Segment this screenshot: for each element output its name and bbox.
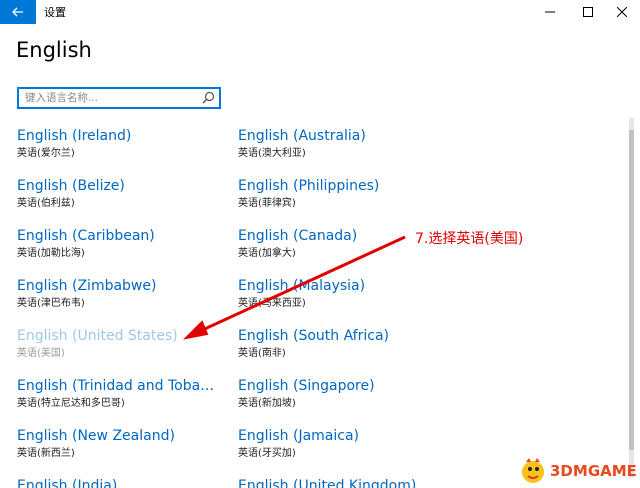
- language-name: English (Belize): [17, 178, 125, 194]
- language-item[interactable]: English (India): [17, 477, 232, 488]
- language-name: English (Australia): [238, 128, 366, 144]
- language-native-name: 英语(菲律宾): [238, 198, 296, 209]
- language-name: English (Philippines): [238, 178, 380, 194]
- watermark: 3DMGAME: [518, 454, 640, 488]
- title-bar: 设置: [0, 0, 640, 24]
- minimize-icon: [545, 11, 555, 13]
- language-name: English (Caribbean): [17, 228, 155, 244]
- language-native-name: 英语(澳大利亚): [238, 148, 306, 159]
- watermark-text: 3DMGAME: [550, 462, 637, 480]
- back-button[interactable]: [0, 0, 36, 24]
- language-name: English (Ireland): [17, 128, 132, 144]
- search-box[interactable]: [17, 87, 221, 109]
- language-native-name: 英语(马来西亚): [238, 298, 306, 309]
- language-native-name: 英语(津巴布韦): [17, 298, 85, 309]
- scrollbar-thumb[interactable]: [629, 130, 634, 450]
- language-native-name: 英语(特立尼达和多巴哥): [17, 398, 125, 409]
- language-item[interactable]: English (Trinidad and Tobago) 英语(特立尼达和多巴…: [17, 377, 217, 421]
- language-item[interactable]: English (Belize) 英语(伯利兹): [17, 177, 232, 221]
- maximize-icon: [583, 7, 593, 17]
- language-item[interactable]: English (Philippines) 英语(菲律宾): [238, 177, 453, 221]
- language-name: English (South Africa): [238, 328, 389, 344]
- language-native-name: 英语(新西兰): [17, 448, 75, 459]
- back-arrow-icon: [12, 7, 23, 17]
- language-item[interactable]: English (Caribbean) 英语(加勒比海): [17, 227, 232, 271]
- language-item[interactable]: English (New Zealand) 英语(新西兰): [17, 427, 232, 471]
- annotation-text: 7.选择英语(美国): [415, 231, 524, 247]
- language-native-name: 英语(美国): [17, 348, 65, 359]
- search-input[interactable]: [25, 90, 195, 106]
- close-icon: [617, 7, 627, 17]
- search-icon[interactable]: [202, 91, 215, 104]
- language-item[interactable]: English (Singapore) 英语(新加坡): [238, 377, 453, 421]
- close-button[interactable]: [604, 0, 640, 24]
- language-name: English (New Zealand): [17, 428, 175, 444]
- language-name: English (Jamaica): [238, 428, 360, 444]
- language-item[interactable]: English (Jamaica) 英语(牙买加): [238, 427, 453, 471]
- page-title: English: [16, 38, 92, 62]
- language-native-name: 英语(新加坡): [238, 398, 296, 409]
- language-item[interactable]: English (Australia) 英语(澳大利亚): [238, 127, 453, 171]
- language-name: English (United Kingdom): [238, 478, 417, 488]
- language-native-name: 英语(加拿大): [238, 248, 296, 259]
- language-item[interactable]: English (United Kingdom): [238, 477, 453, 488]
- language-native-name: 英语(爱尔兰): [17, 148, 75, 159]
- language-item-disabled: English (United States) 英语(美国): [17, 327, 232, 371]
- language-item[interactable]: English (Zimbabwe) 英语(津巴布韦): [17, 277, 232, 321]
- language-name: English (United States): [17, 328, 178, 344]
- language-native-name: 英语(南非): [238, 348, 286, 359]
- language-item[interactable]: English (South Africa) 英语(南非): [238, 327, 453, 371]
- maximize-button[interactable]: [570, 0, 606, 24]
- minimize-button[interactable]: [532, 0, 568, 24]
- language-name: English (Trinidad and Tobago): [17, 378, 217, 394]
- language-native-name: 英语(牙买加): [238, 448, 296, 459]
- watermark-logo-icon: [522, 458, 544, 483]
- language-name: English (India): [17, 478, 118, 488]
- language-native-name: 英语(加勒比海): [17, 248, 85, 259]
- language-name: English (Zimbabwe): [17, 278, 157, 294]
- language-name: English (Malaysia): [238, 278, 366, 294]
- language-item[interactable]: English (Malaysia) 英语(马来西亚): [238, 277, 453, 321]
- language-native-name: 英语(伯利兹): [17, 198, 75, 209]
- language-item[interactable]: English (Ireland) 英语(爱尔兰): [17, 127, 232, 171]
- language-name: English (Singapore): [238, 378, 375, 394]
- window-title: 设置: [44, 6, 66, 19]
